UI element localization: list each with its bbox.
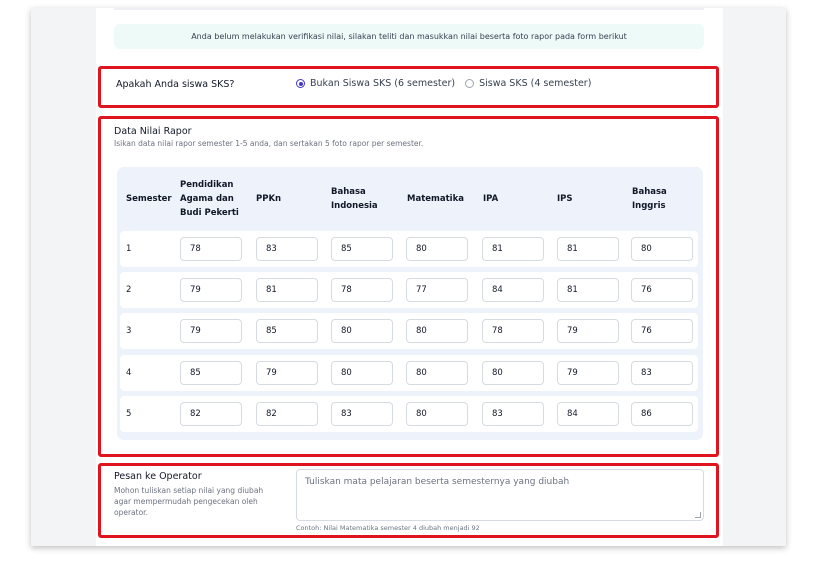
semester-number: 5 (126, 409, 132, 419)
grade-input[interactable]: 82 (180, 402, 242, 426)
table-row: 2 79 81 78 77 84 81 76 (120, 272, 698, 308)
grade-input[interactable]: 83 (482, 402, 544, 426)
semester-number: 4 (126, 368, 132, 378)
radio-option-siswa-sks[interactable]: Siswa SKS (4 semester) (465, 78, 591, 89)
grade-input[interactable]: 79 (557, 361, 619, 385)
table-row: 4 85 79 80 80 80 79 83 (120, 355, 698, 391)
semester-number: 3 (126, 326, 132, 336)
grade-input[interactable]: 76 (631, 319, 693, 343)
radio-option-bukan-sks[interactable]: Bukan Siswa SKS (6 semester) (296, 78, 455, 89)
grade-input[interactable]: 80 (406, 237, 468, 261)
grade-input[interactable]: 80 (331, 319, 393, 343)
grade-input[interactable]: 81 (482, 237, 544, 261)
column-header-ips: IPS (557, 194, 573, 204)
grade-input[interactable]: 78 (331, 278, 393, 302)
grade-input[interactable]: 80 (406, 402, 468, 426)
grade-input[interactable]: 80 (331, 361, 393, 385)
column-header-ipa: IPA (483, 194, 499, 204)
grade-input[interactable]: 80 (631, 237, 693, 261)
verification-notice: Anda belum melakukan verifikasi nilai, s… (114, 24, 704, 49)
grade-input[interactable]: 83 (331, 402, 393, 426)
grade-input[interactable]: 79 (180, 278, 242, 302)
grade-input[interactable]: 83 (256, 237, 318, 261)
grade-input[interactable]: 76 (631, 278, 693, 302)
radio-label: Bukan Siswa SKS (6 semester) (310, 78, 456, 89)
grade-input[interactable]: 78 (180, 237, 242, 261)
column-header-ppkn: PPKn (256, 194, 282, 204)
grade-input[interactable]: 77 (406, 278, 468, 302)
grade-input[interactable]: 80 (482, 361, 544, 385)
resize-grip-icon[interactable] (695, 512, 701, 518)
grade-input[interactable]: 85 (256, 319, 318, 343)
grade-input[interactable]: 82 (256, 402, 318, 426)
sks-question-label: Apakah Anda siswa SKS? (116, 79, 235, 90)
grade-input[interactable]: 80 (406, 361, 468, 385)
grade-input[interactable]: 79 (557, 319, 619, 343)
sks-radio-group: Bukan Siswa SKS (6 semester) Siswa SKS (… (296, 78, 601, 89)
grade-input[interactable]: 78 (482, 319, 544, 343)
pesan-section-title: Pesan ke Operator (114, 471, 202, 482)
rapor-section-title: Data Nilai Rapor (114, 126, 192, 137)
column-header-bahasa-indonesia: Bahasa Indonesia (331, 187, 378, 211)
grade-input[interactable]: 81 (256, 278, 318, 302)
grade-input[interactable]: 81 (557, 237, 619, 261)
pesan-textarea[interactable]: Tuliskan mata pelajaran beserta semester… (296, 469, 704, 521)
grade-input[interactable]: 85 (331, 237, 393, 261)
pesan-section-description: Mohon tuliskan setiap nilai yang diubah … (114, 486, 264, 517)
column-header-pendidikan-agama: Pendidikan Agama dan Budi Pekerti (180, 180, 239, 218)
column-header-bahasa-inggris: Bahasa Inggris (632, 187, 667, 211)
grade-input[interactable]: 80 (406, 319, 468, 343)
grade-input[interactable]: 83 (631, 361, 693, 385)
radio-checked-icon[interactable] (296, 79, 305, 88)
radio-label: Siswa SKS (4 semester) (479, 78, 592, 89)
divider (114, 8, 704, 10)
textarea-placeholder: Tuliskan mata pelajaran beserta semester… (305, 477, 570, 487)
rapor-section-subtitle: Isikan data nilai rapor semester 1-5 and… (114, 139, 424, 148)
semester-number: 1 (126, 244, 132, 254)
column-header-matematika: Matematika (407, 194, 464, 204)
semester-number: 2 (126, 285, 132, 295)
table-row: 5 82 82 83 80 83 84 86 (120, 396, 698, 432)
table-row: 1 78 83 85 80 81 81 80 (120, 231, 698, 267)
table-row: 3 79 85 80 80 78 79 76 (120, 313, 698, 349)
grade-input[interactable]: 79 (180, 319, 242, 343)
column-header-semester: Semester (126, 194, 172, 204)
grade-input[interactable]: 84 (557, 402, 619, 426)
grade-input[interactable]: 81 (557, 278, 619, 302)
screenshot-canvas: Anda belum melakukan verifikasi nilai, s… (0, 0, 814, 567)
pesan-hint: Contoh: Nilai Matematika semester 4 diub… (296, 524, 480, 532)
grade-input[interactable]: 79 (256, 361, 318, 385)
grade-input[interactable]: 86 (631, 402, 693, 426)
grade-input[interactable]: 84 (482, 278, 544, 302)
grade-input[interactable]: 85 (180, 361, 242, 385)
radio-unchecked-icon[interactable] (465, 79, 475, 88)
